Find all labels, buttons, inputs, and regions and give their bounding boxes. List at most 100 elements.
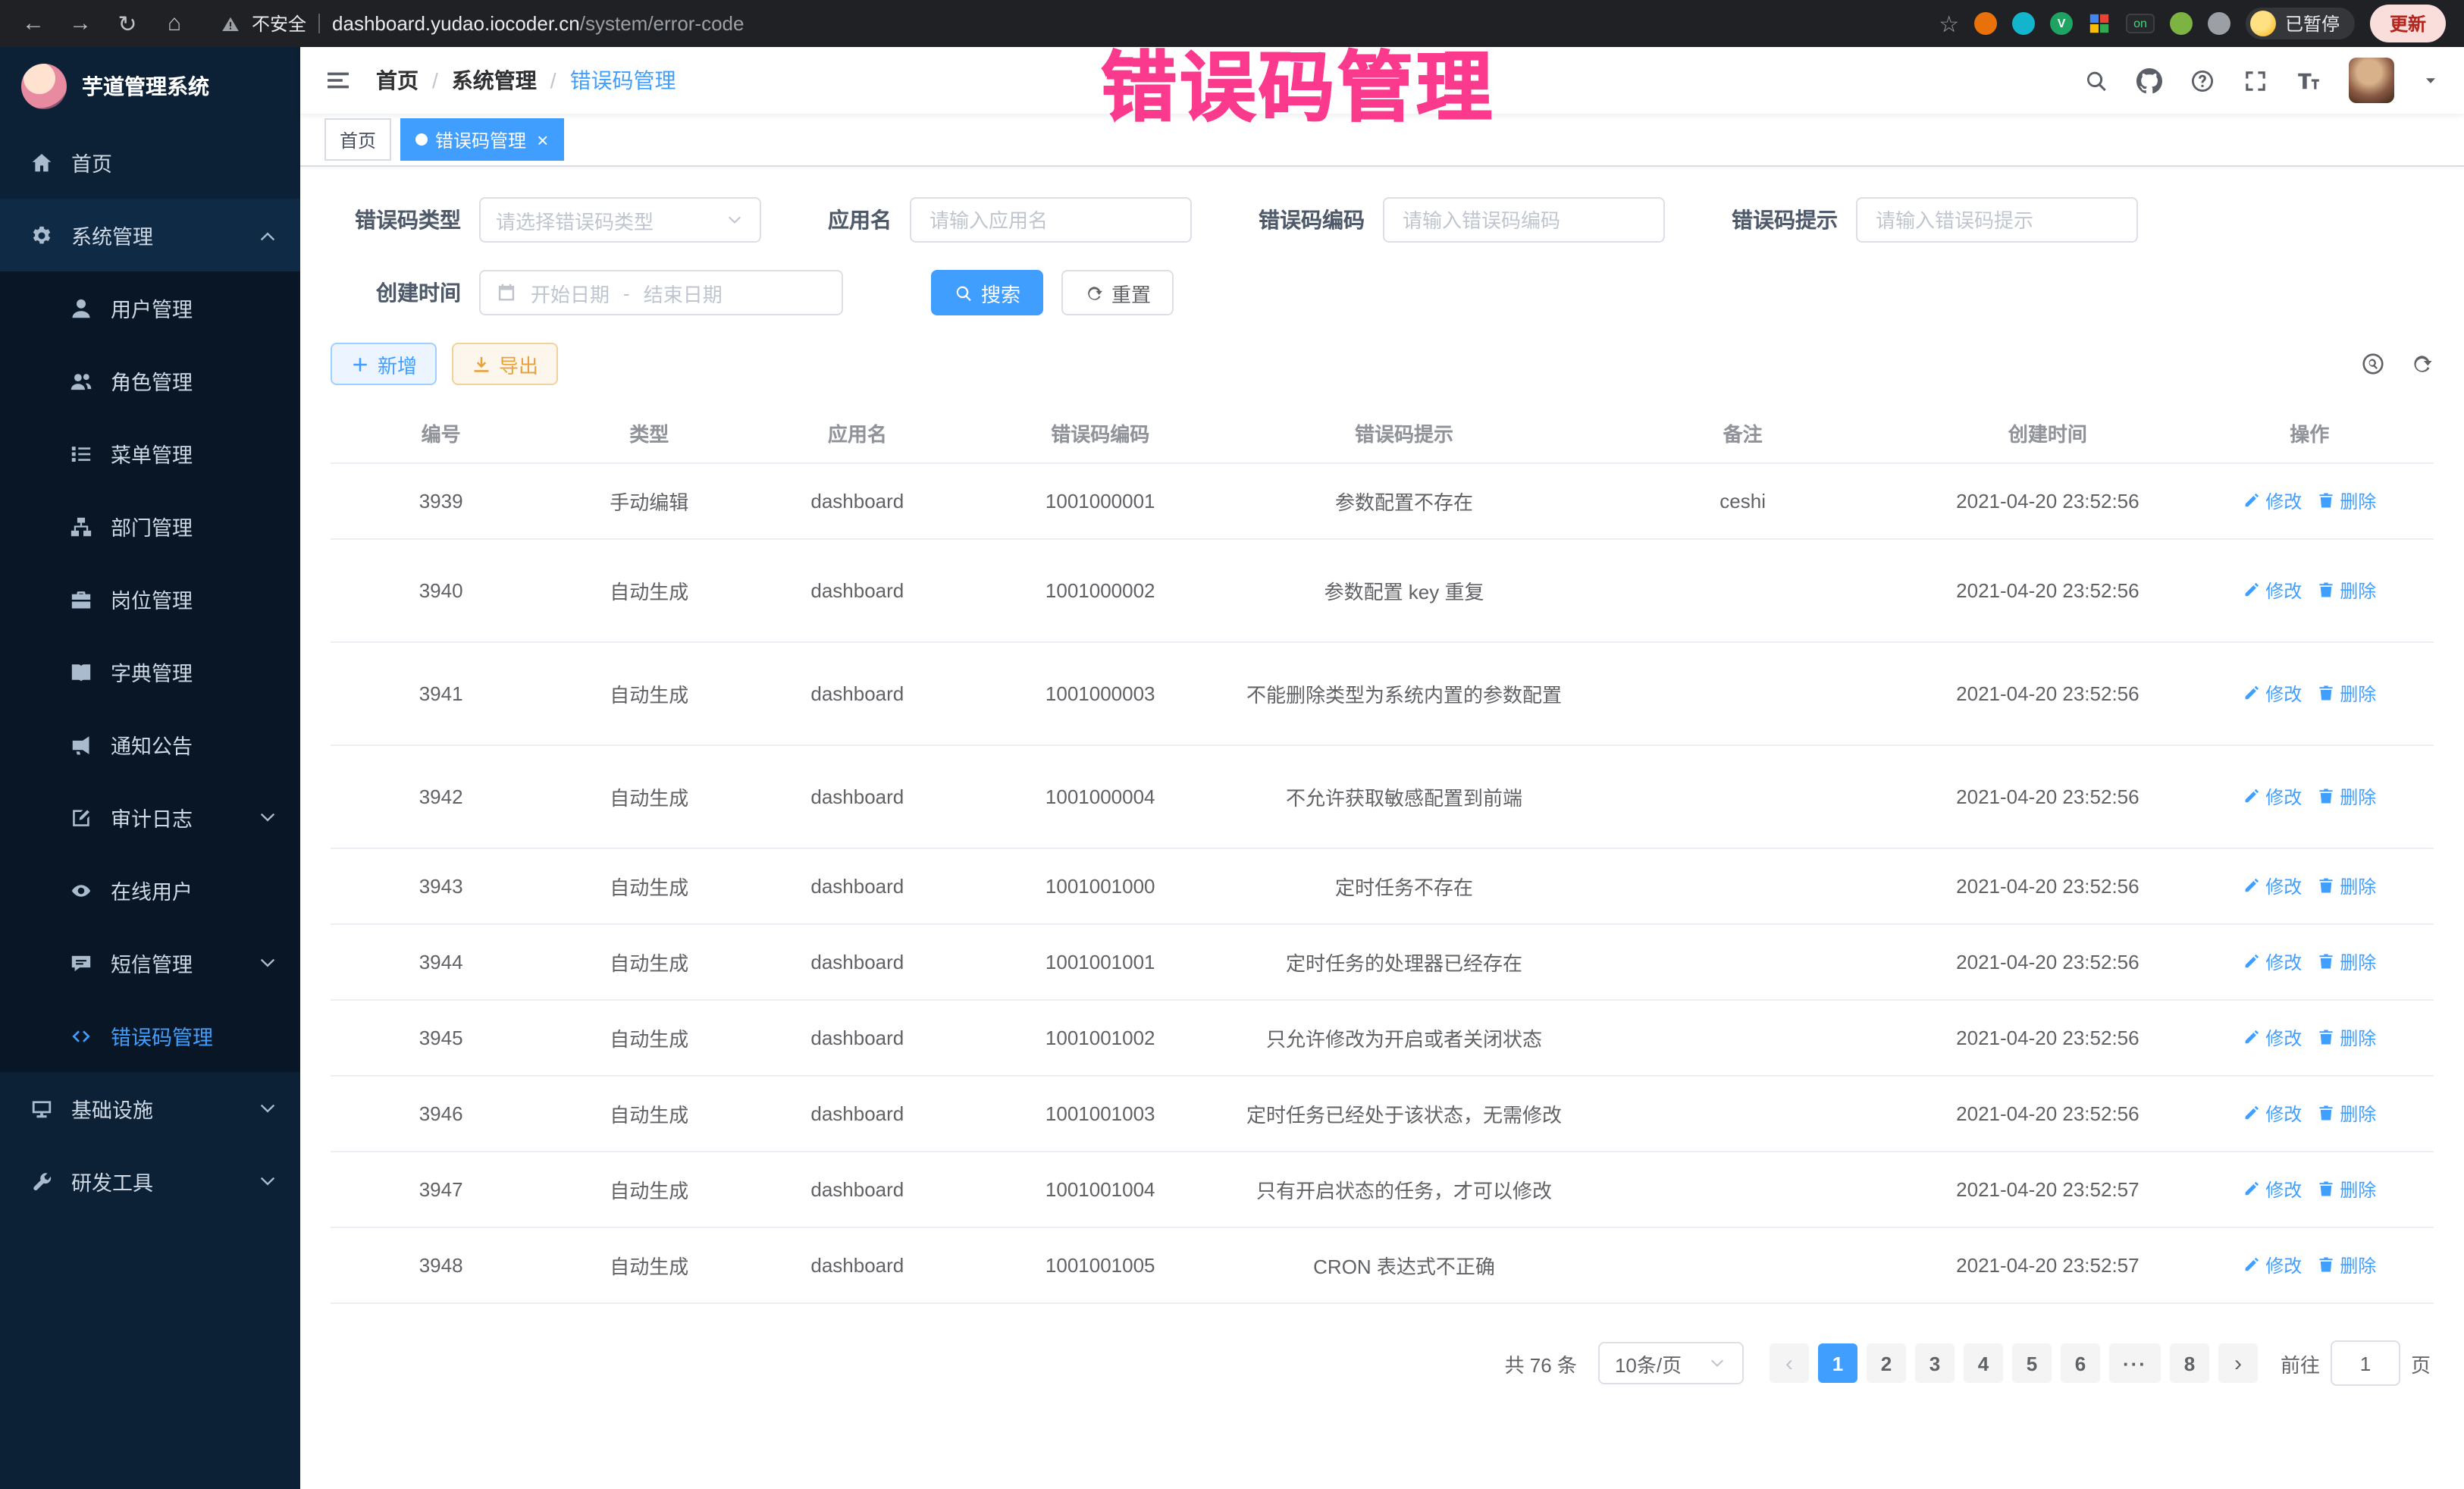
table-row: 3941自动生成dashboard1001000003不能删除类型为系统内置的参… bbox=[331, 642, 2434, 745]
browser-back-icon[interactable]: ← bbox=[18, 11, 49, 36]
address-bar[interactable]: 不安全 dashboard.yudao.iocoder.cn/system/er… bbox=[206, 6, 760, 41]
sidebar-item-audit-log[interactable]: 审计日志 bbox=[0, 781, 300, 854]
edit-link[interactable]: 修改 bbox=[2243, 1177, 2302, 1202]
delete-link[interactable]: 删除 bbox=[2317, 578, 2376, 603]
extension-icon[interactable]: V bbox=[2050, 12, 2073, 35]
prev-page-button[interactable]: ‹ bbox=[1770, 1343, 1809, 1383]
cell-created: 2021-04-20 23:52:57 bbox=[1910, 1152, 2185, 1227]
delete-link[interactable]: 删除 bbox=[2317, 488, 2376, 514]
toggle-search-icon[interactable] bbox=[2361, 352, 2385, 376]
log-icon bbox=[70, 806, 92, 829]
page-button-1[interactable]: 1 bbox=[1818, 1343, 1857, 1383]
font-size-icon[interactable] bbox=[2296, 67, 2321, 93]
cell-type: 自动生成 bbox=[551, 1000, 747, 1076]
page-button-5[interactable]: 5 bbox=[2012, 1343, 2052, 1383]
view-tab-active[interactable]: 错误码管理× bbox=[400, 118, 563, 161]
delete-link[interactable]: 删除 bbox=[2317, 1252, 2376, 1278]
edit-link[interactable]: 修改 bbox=[2243, 488, 2302, 514]
breadcrumb-item[interactable]: 首页 bbox=[376, 65, 419, 96]
page-size-select[interactable]: 10条/页 bbox=[1598, 1342, 1744, 1384]
delete-link[interactable]: 删除 bbox=[2317, 949, 2376, 975]
page-button-8[interactable]: 8 bbox=[2170, 1343, 2209, 1383]
delete-link[interactable]: 删除 bbox=[2317, 873, 2376, 899]
hamburger-icon[interactable] bbox=[324, 67, 352, 94]
next-page-button[interactable]: › bbox=[2218, 1343, 2258, 1383]
sidebar-item-home[interactable]: 首页 bbox=[0, 126, 300, 199]
github-icon[interactable] bbox=[2136, 67, 2162, 93]
sidebar-item-infra[interactable]: 基础设施 bbox=[0, 1072, 300, 1145]
error-message-input[interactable] bbox=[1873, 207, 2121, 233]
edit-link[interactable]: 修改 bbox=[2243, 578, 2302, 603]
bookmark-star-icon[interactable]: ☆ bbox=[1939, 10, 1959, 37]
app-logo[interactable]: 芋道管理系统 bbox=[0, 47, 300, 126]
date-range-picker[interactable]: 开始日期 - 结束日期 bbox=[479, 270, 843, 315]
sidebar-item-sms[interactable]: 短信管理 bbox=[0, 926, 300, 999]
error-code-input[interactable] bbox=[1400, 207, 1648, 233]
error-code-type-select[interactable]: 请选择错误码类型 bbox=[479, 197, 761, 243]
cell-message: 定时任务的处理器已经存在 bbox=[1233, 924, 1575, 1000]
app-name-input[interactable] bbox=[926, 207, 1175, 233]
page-button-6[interactable]: 6 bbox=[2061, 1343, 2100, 1383]
refresh-table-icon[interactable] bbox=[2409, 352, 2434, 376]
sidebar-item-error-code[interactable]: 错误码管理 bbox=[0, 999, 300, 1072]
sidebar-item-dept[interactable]: 部门管理 bbox=[0, 490, 300, 563]
sidebar-item-user[interactable]: 用户管理 bbox=[0, 271, 300, 344]
sidebar-item-post[interactable]: 岗位管理 bbox=[0, 563, 300, 635]
browser-profile-chip[interactable]: 已暂停 bbox=[2246, 8, 2355, 39]
extensions-grid-icon[interactable] bbox=[2088, 12, 2111, 35]
reset-button[interactable]: 重置 bbox=[1061, 270, 1174, 315]
edit-link[interactable]: 修改 bbox=[2243, 1252, 2302, 1278]
delete-link[interactable]: 删除 bbox=[2317, 1025, 2376, 1051]
sidebar-item-label: 部门管理 bbox=[111, 511, 193, 541]
edit-link[interactable]: 修改 bbox=[2243, 1025, 2302, 1051]
sidebar-item-online-user[interactable]: 在线用户 bbox=[0, 854, 300, 926]
sidebar-menu: 首页系统管理用户管理角色管理菜单管理部门管理岗位管理字典管理通知公告审计日志在线… bbox=[0, 126, 300, 1218]
extension-icon[interactable] bbox=[2208, 12, 2230, 35]
edit-link[interactable]: 修改 bbox=[2243, 1101, 2302, 1127]
search-button[interactable]: 搜索 bbox=[931, 270, 1043, 315]
view-tab[interactable]: 首页 bbox=[324, 118, 391, 161]
page-ellipsis[interactable]: ··· bbox=[2109, 1343, 2161, 1383]
sidebar-item-menu[interactable]: 菜单管理 bbox=[0, 417, 300, 490]
edit-link[interactable]: 修改 bbox=[2243, 873, 2302, 899]
page-size-value: 10条/页 bbox=[1615, 1349, 1682, 1378]
table-row: 3939手动编辑dashboard1001000001参数配置不存在ceshi2… bbox=[331, 463, 2434, 539]
tab-close-icon[interactable]: × bbox=[537, 130, 548, 149]
page-button-3[interactable]: 3 bbox=[1915, 1343, 1955, 1383]
edit-link[interactable]: 修改 bbox=[2243, 681, 2302, 707]
browser-update-button[interactable]: 更新 bbox=[2370, 5, 2446, 42]
trash-icon bbox=[2317, 1029, 2335, 1047]
search-icon[interactable] bbox=[2083, 67, 2109, 93]
add-button[interactable]: 新增 bbox=[331, 343, 437, 385]
sidebar-item-system[interactable]: 系统管理 bbox=[0, 199, 300, 271]
export-button[interactable]: 导出 bbox=[452, 343, 558, 385]
page-button-2[interactable]: 2 bbox=[1867, 1343, 1906, 1383]
extension-icon[interactable] bbox=[2170, 12, 2193, 35]
help-icon[interactable] bbox=[2190, 67, 2215, 93]
browser-home-icon[interactable]: ⌂ bbox=[159, 11, 190, 36]
sidebar-item-dict[interactable]: 字典管理 bbox=[0, 635, 300, 708]
extension-icon[interactable] bbox=[2012, 12, 2035, 35]
security-label[interactable]: 不安全 bbox=[252, 11, 306, 36]
user-avatar[interactable] bbox=[2349, 58, 2394, 103]
browser-reload-icon[interactable]: ↻ bbox=[112, 10, 143, 37]
delete-link[interactable]: 删除 bbox=[2317, 681, 2376, 707]
caret-down-icon[interactable] bbox=[2422, 71, 2440, 89]
sidebar-item-dev-tools[interactable]: 研发工具 bbox=[0, 1145, 300, 1218]
cell-app: dashboard bbox=[747, 642, 967, 745]
extension-on-badge[interactable]: on bbox=[2126, 13, 2155, 33]
breadcrumb-item[interactable]: 系统管理 bbox=[452, 65, 537, 96]
sidebar-item-role[interactable]: 角色管理 bbox=[0, 344, 300, 417]
delete-link[interactable]: 删除 bbox=[2317, 1177, 2376, 1202]
extension-icon[interactable] bbox=[1974, 12, 1997, 35]
goto-page-input[interactable] bbox=[2331, 1340, 2400, 1386]
delete-link[interactable]: 删除 bbox=[2317, 1101, 2376, 1127]
fullscreen-icon[interactable] bbox=[2243, 67, 2268, 93]
page-button-4[interactable]: 4 bbox=[1964, 1343, 2003, 1383]
url-text[interactable]: dashboard.yudao.iocoder.cn/system/error-… bbox=[332, 12, 744, 35]
delete-link[interactable]: 删除 bbox=[2317, 784, 2376, 810]
edit-link[interactable]: 修改 bbox=[2243, 784, 2302, 810]
sidebar-item-notice[interactable]: 通知公告 bbox=[0, 708, 300, 781]
browser-forward-icon[interactable]: → bbox=[65, 11, 96, 36]
edit-link[interactable]: 修改 bbox=[2243, 949, 2302, 975]
